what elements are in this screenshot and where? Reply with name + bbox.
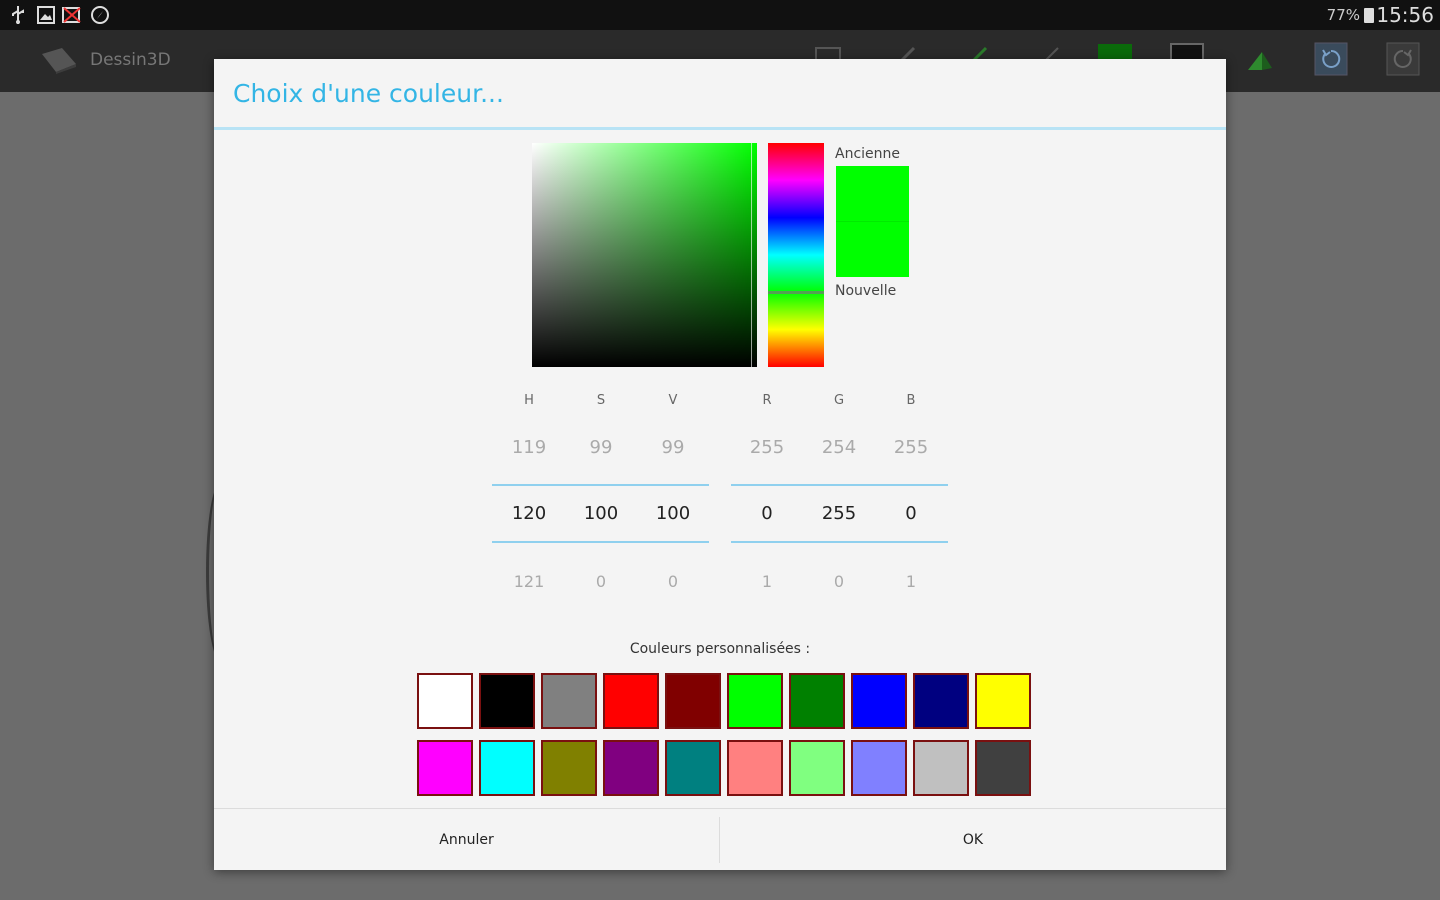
value-next-value[interactable]: 0	[643, 572, 703, 591]
custom-color-swatch[interactable]	[417, 740, 473, 796]
undo-icon[interactable]	[1314, 42, 1348, 76]
dialog-button-bar: Annuler OK	[214, 808, 1226, 870]
green-next-value[interactable]: 0	[809, 572, 869, 591]
battery-icon	[1364, 8, 1374, 23]
custom-colors-label: Couleurs personnalisées :	[629, 641, 811, 657]
app-title: Dessin3D	[90, 50, 171, 70]
custom-color-swatch[interactable]	[727, 673, 783, 729]
saturation-value-picker[interactable]	[532, 143, 757, 367]
gallery-icon	[36, 5, 56, 25]
saturation-header: S	[596, 393, 606, 408]
custom-color-swatch[interactable]	[975, 673, 1031, 729]
custom-color-swatch[interactable]	[541, 740, 597, 796]
rgb-picker-bottom-rule	[731, 541, 948, 543]
saturation-prev-value[interactable]: 99	[571, 437, 631, 458]
custom-color-swatch[interactable]	[479, 673, 535, 729]
hsv-picker-bottom-rule	[492, 541, 709, 543]
old-color-label: Ancienne	[835, 146, 901, 162]
shape-icon[interactable]	[1244, 42, 1278, 76]
custom-color-swatch[interactable]	[603, 740, 659, 796]
color-picker-dialog: Choix d'une couleur... Ancienne Nouvelle…	[214, 59, 1226, 870]
hsv-picker-top-rule	[492, 484, 709, 486]
usb-icon	[8, 5, 28, 25]
redo-icon[interactable]	[1386, 42, 1420, 76]
saturation-next-value[interactable]: 0	[571, 572, 631, 591]
custom-color-swatch[interactable]	[665, 740, 721, 796]
custom-color-swatch[interactable]	[603, 673, 659, 729]
blue-header: B	[906, 393, 916, 408]
status-bar: 77% 15:56	[0, 0, 1440, 30]
clock: 15:56	[1376, 3, 1434, 27]
old-color-swatch	[836, 166, 909, 221]
ok-button[interactable]: OK	[720, 809, 1226, 871]
hue-current-value[interactable]: 120	[499, 503, 559, 524]
compass-icon	[90, 5, 110, 25]
value-header: V	[668, 393, 678, 408]
green-prev-value[interactable]: 254	[809, 437, 869, 458]
custom-color-swatch[interactable]	[479, 740, 535, 796]
custom-color-swatch[interactable]	[789, 740, 845, 796]
blue-current-value[interactable]: 0	[881, 503, 941, 524]
hue-next-value[interactable]: 121	[499, 572, 559, 591]
saturation-current-value[interactable]: 100	[571, 503, 631, 524]
green-header: G	[833, 393, 845, 408]
custom-color-swatch[interactable]	[913, 673, 969, 729]
custom-color-swatch[interactable]	[417, 673, 473, 729]
cancel-button[interactable]: Annuler	[214, 809, 719, 871]
red-prev-value[interactable]: 255	[737, 437, 797, 458]
new-color-label: Nouvelle	[835, 283, 897, 299]
custom-color-swatch[interactable]	[975, 740, 1031, 796]
dialog-title: Choix d'une couleur...	[233, 79, 504, 108]
value-current-value[interactable]: 100	[643, 503, 703, 524]
custom-color-swatch[interactable]	[727, 740, 783, 796]
red-next-value[interactable]: 1	[737, 572, 797, 591]
custom-color-swatch[interactable]	[851, 673, 907, 729]
custom-color-swatch[interactable]	[789, 673, 845, 729]
red-current-value[interactable]: 0	[737, 503, 797, 524]
green-current-value[interactable]: 255	[809, 503, 869, 524]
custom-color-swatch[interactable]	[913, 740, 969, 796]
hue-header: H	[524, 393, 534, 408]
rgb-picker-top-rule	[731, 484, 948, 486]
new-color-swatch	[836, 221, 909, 277]
app-logo-icon	[40, 46, 78, 74]
red-header: R	[762, 393, 772, 408]
hue-slider[interactable]	[768, 143, 824, 367]
value-prev-value[interactable]: 99	[643, 437, 703, 458]
no-signal-icon	[62, 5, 82, 25]
battery-percent: 77%	[1326, 6, 1360, 24]
blue-prev-value[interactable]: 255	[881, 437, 941, 458]
sv-selector[interactable]	[751, 143, 757, 367]
hue-prev-value[interactable]: 119	[499, 437, 559, 458]
hue-selector[interactable]	[768, 291, 824, 294]
custom-color-swatch[interactable]	[541, 673, 597, 729]
custom-color-swatch[interactable]	[851, 740, 907, 796]
blue-next-value[interactable]: 1	[881, 572, 941, 591]
custom-color-swatch[interactable]	[665, 673, 721, 729]
title-divider	[214, 127, 1226, 130]
